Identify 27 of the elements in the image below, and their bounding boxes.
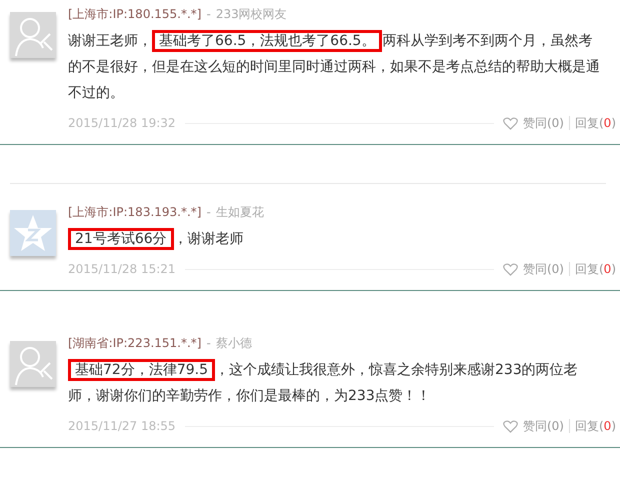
like-link[interactable]: 赞同(0) xyxy=(522,260,564,278)
like-link[interactable]: 赞同(0) xyxy=(522,114,564,132)
comment-text: 谢谢王老师， 基础考了66.5，法规也考了66.5。 两科从学到考不到两个月，虽然考的不是很好，但是在这么短的时间里同时通过两科，如果不是考点总结的帮助大概是通不过的。 xyxy=(68,28,602,106)
author-name: 蔡小德 xyxy=(216,335,252,351)
avatar-icon xyxy=(10,341,56,387)
separator-text: - xyxy=(206,204,211,220)
heart-icon xyxy=(502,116,518,130)
date-text: 2015/11/27 18:55 xyxy=(68,419,176,433)
date-text: 2015/11/28 19:32 xyxy=(68,116,176,130)
location-text: [上海市:IP:180.155.*.*] xyxy=(68,6,202,22)
reply-link[interactable]: 回复(0) xyxy=(574,260,616,278)
location-text: [湖南省:IP:223.151.*.*] xyxy=(68,335,202,351)
heart-icon xyxy=(502,262,518,276)
avatar-icon xyxy=(10,210,56,256)
author-name: 生如夏花 xyxy=(216,204,264,220)
separator-text: - xyxy=(206,335,211,351)
comment-text: 基础72分，法律79.5 ，这个成绩让我很意外，惊喜之余特别来感谢233的两位老师，谢谢你们的辛勤劳作，你们是最棒的，为233点赞！！ xyxy=(68,357,602,409)
heart-icon xyxy=(502,420,518,432)
author-name: 233网校网友 xyxy=(216,6,287,22)
avatar-icon xyxy=(10,12,56,58)
date-text: 2015/11/28 15:21 xyxy=(68,262,176,276)
reply-link[interactable]: 回复(0) xyxy=(574,114,616,132)
reply-link[interactable]: 回复(0) xyxy=(574,418,616,434)
like-link[interactable]: 赞同(0) xyxy=(522,418,564,434)
separator-text: - xyxy=(206,6,211,22)
location-text: [上海市:IP:183.193.*.*] xyxy=(68,204,202,220)
comment-text: 21号考试66分 ，谢谢老师 xyxy=(68,226,602,252)
